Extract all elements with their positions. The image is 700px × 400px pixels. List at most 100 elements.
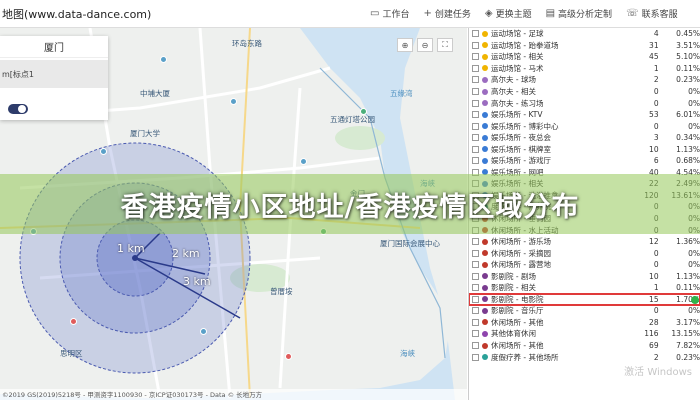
category-row[interactable]: 运动场馆 - 跆拳道场 31 3.51%	[469, 40, 700, 52]
category-percent: 1.13%	[676, 144, 700, 154]
row-checkbox[interactable]	[472, 88, 479, 95]
category-row[interactable]: 休闲场所 - 采摘园 0 0%	[469, 247, 700, 259]
row-checkbox[interactable]	[472, 330, 479, 338]
row-checkbox[interactable]	[472, 238, 479, 246]
category-percent: 0.45%	[676, 29, 700, 39]
category-row[interactable]: 娱乐场所 - 游戏厅 6 0.68%	[469, 155, 700, 167]
zoom-in-icon[interactable]: ⊕	[397, 38, 413, 52]
row-checkbox[interactable]	[472, 64, 479, 72]
category-name: 娱乐场所 - KTV	[491, 110, 543, 120]
row-toggle-icon[interactable]	[691, 295, 699, 304]
category-row[interactable]: 运动场馆 - 相关 45 5.10%	[469, 51, 700, 63]
row-checkbox[interactable]	[472, 318, 479, 326]
row-checkbox[interactable]	[472, 134, 479, 142]
category-name: 度假疗养 - 其他场所	[491, 352, 559, 362]
category-row[interactable]: 高尔夫 - 球场 2 0.23%	[469, 74, 700, 86]
row-checkbox[interactable]	[472, 353, 479, 361]
row-checkbox[interactable]	[472, 284, 479, 292]
category-color-dot	[482, 296, 488, 303]
category-count: 0	[653, 98, 659, 108]
category-color-dot	[482, 238, 488, 245]
category-row[interactable]: 休闲场所 - 其他 69 7.82%	[469, 340, 700, 352]
row-checkbox[interactable]	[472, 99, 479, 107]
category-color-dot	[482, 319, 488, 326]
app-title: 地图(www.data-dance.com)	[2, 7, 152, 21]
map-label: 厦门大学	[130, 129, 160, 138]
category-percent: 0.23%	[676, 352, 700, 362]
poi-marker[interactable]	[360, 108, 367, 115]
category-name: 运动场馆 - 马术	[491, 63, 544, 73]
category-row[interactable]: 娱乐场所 - 夜总会 3 0.34%	[469, 132, 700, 144]
category-row[interactable]: 休闲场所 - 游乐场 12 1.36%	[469, 236, 700, 248]
zoom-out-icon[interactable]: ⊖	[417, 38, 433, 52]
category-row[interactable]: 娱乐场所 - KTV 53 6.01%	[469, 109, 700, 121]
category-name: 休闲场所 - 游乐场	[491, 237, 551, 247]
category-color-dot	[482, 157, 488, 164]
poi-marker[interactable]	[200, 328, 207, 335]
category-row[interactable]: 休闲场所 - 露营地 0 0%	[469, 259, 700, 271]
poi-marker[interactable]	[70, 318, 77, 325]
category-row[interactable]: 影剧院 - 音乐厅 0 0%	[469, 305, 700, 317]
contact-service-button[interactable]: ☏ 联系客服	[626, 7, 678, 20]
category-color-dot	[482, 134, 488, 141]
poi-marker[interactable]	[300, 158, 307, 165]
category-count: 116	[644, 329, 659, 339]
row-checkbox[interactable]	[472, 157, 479, 165]
category-color-dot	[482, 88, 488, 95]
row-checkbox[interactable]	[472, 41, 479, 49]
category-row[interactable]: 影剧院 - 剧场 10 1.13%	[469, 270, 700, 282]
row-checkbox[interactable]	[472, 145, 479, 153]
category-color-dot	[482, 123, 488, 130]
poi-marker[interactable]	[160, 56, 167, 63]
category-color-dot	[482, 250, 488, 257]
poi-marker[interactable]	[100, 148, 107, 155]
map-label: 海峡	[400, 349, 415, 358]
category-row[interactable]: 度假疗养 - 其他场所 2 0.23%	[469, 351, 700, 363]
map-controls: ⊕ ⊖ ⛶	[397, 38, 453, 52]
category-percent: 0%	[688, 98, 700, 108]
category-row[interactable]: 影剧院 - 电影院 15 1.70%	[469, 292, 700, 307]
fullscreen-icon[interactable]: ⛶	[437, 38, 453, 52]
category-name: 高尔夫 - 球场	[491, 75, 536, 85]
workbench-button[interactable]: ▭ 工作台	[370, 7, 409, 20]
create-task-button[interactable]: + 创建任务	[423, 7, 470, 20]
row-checkbox[interactable]	[472, 295, 479, 303]
row-checkbox[interactable]	[472, 307, 479, 315]
category-name: 运动场馆 - 相关	[491, 52, 544, 62]
poi-marker[interactable]	[285, 353, 292, 360]
center-marker	[132, 255, 138, 261]
row-checkbox[interactable]	[472, 76, 479, 84]
category-row[interactable]: 运动场馆 - 马术 1 0.11%	[469, 63, 700, 75]
row-checkbox[interactable]	[472, 249, 479, 257]
category-row[interactable]: 其他体育休闲 116 13.15%	[469, 328, 700, 340]
row-checkbox[interactable]	[472, 53, 479, 61]
category-percent: 3.17%	[676, 317, 700, 327]
row-checkbox[interactable]	[472, 272, 479, 280]
change-theme-button[interactable]: ◈ 更换主题	[485, 7, 532, 20]
category-name: 影剧院 - 电影院	[491, 294, 544, 304]
category-count: 1	[653, 63, 659, 73]
category-row[interactable]: 高尔夫 - 相关 0 0%	[469, 86, 700, 98]
row-checkbox[interactable]	[472, 111, 479, 119]
row-checkbox[interactable]	[472, 122, 479, 130]
map-copyright: ©2019 GS(2019)5218号 - 甲测资字1100930 - 京ICP…	[0, 389, 467, 400]
category-name: 高尔夫 - 练习场	[491, 98, 544, 108]
row-checkbox[interactable]	[472, 30, 479, 38]
row-checkbox[interactable]	[472, 261, 479, 269]
panel-toggle[interactable]	[8, 104, 28, 114]
category-row[interactable]: 运动场馆 - 足球 4 0.45%	[469, 28, 700, 40]
panel-marker-item[interactable]: m[标点1	[0, 60, 108, 88]
advanced-analysis-button[interactable]: ▤ 高级分析定制	[546, 7, 612, 20]
category-row[interactable]: 高尔夫 - 练习场 0 0%	[469, 97, 700, 109]
poi-marker[interactable]	[230, 98, 237, 105]
category-color-dot	[482, 100, 488, 107]
category-row[interactable]: 休闲场所 - 其他 28 3.17%	[469, 317, 700, 329]
category-percent: 0.34%	[676, 133, 700, 143]
category-row[interactable]: 娱乐场所 - 棋牌室 10 1.13%	[469, 143, 700, 155]
map-label: 思明区	[60, 349, 83, 358]
category-row[interactable]: 影剧院 - 相关 1 0.11%	[469, 282, 700, 294]
plus-icon: +	[423, 8, 432, 19]
category-name: 高尔夫 - 相关	[491, 87, 536, 96]
row-checkbox[interactable]	[472, 342, 479, 350]
category-row[interactable]: 娱乐场所 - 博彩中心 0 0%	[469, 120, 700, 132]
